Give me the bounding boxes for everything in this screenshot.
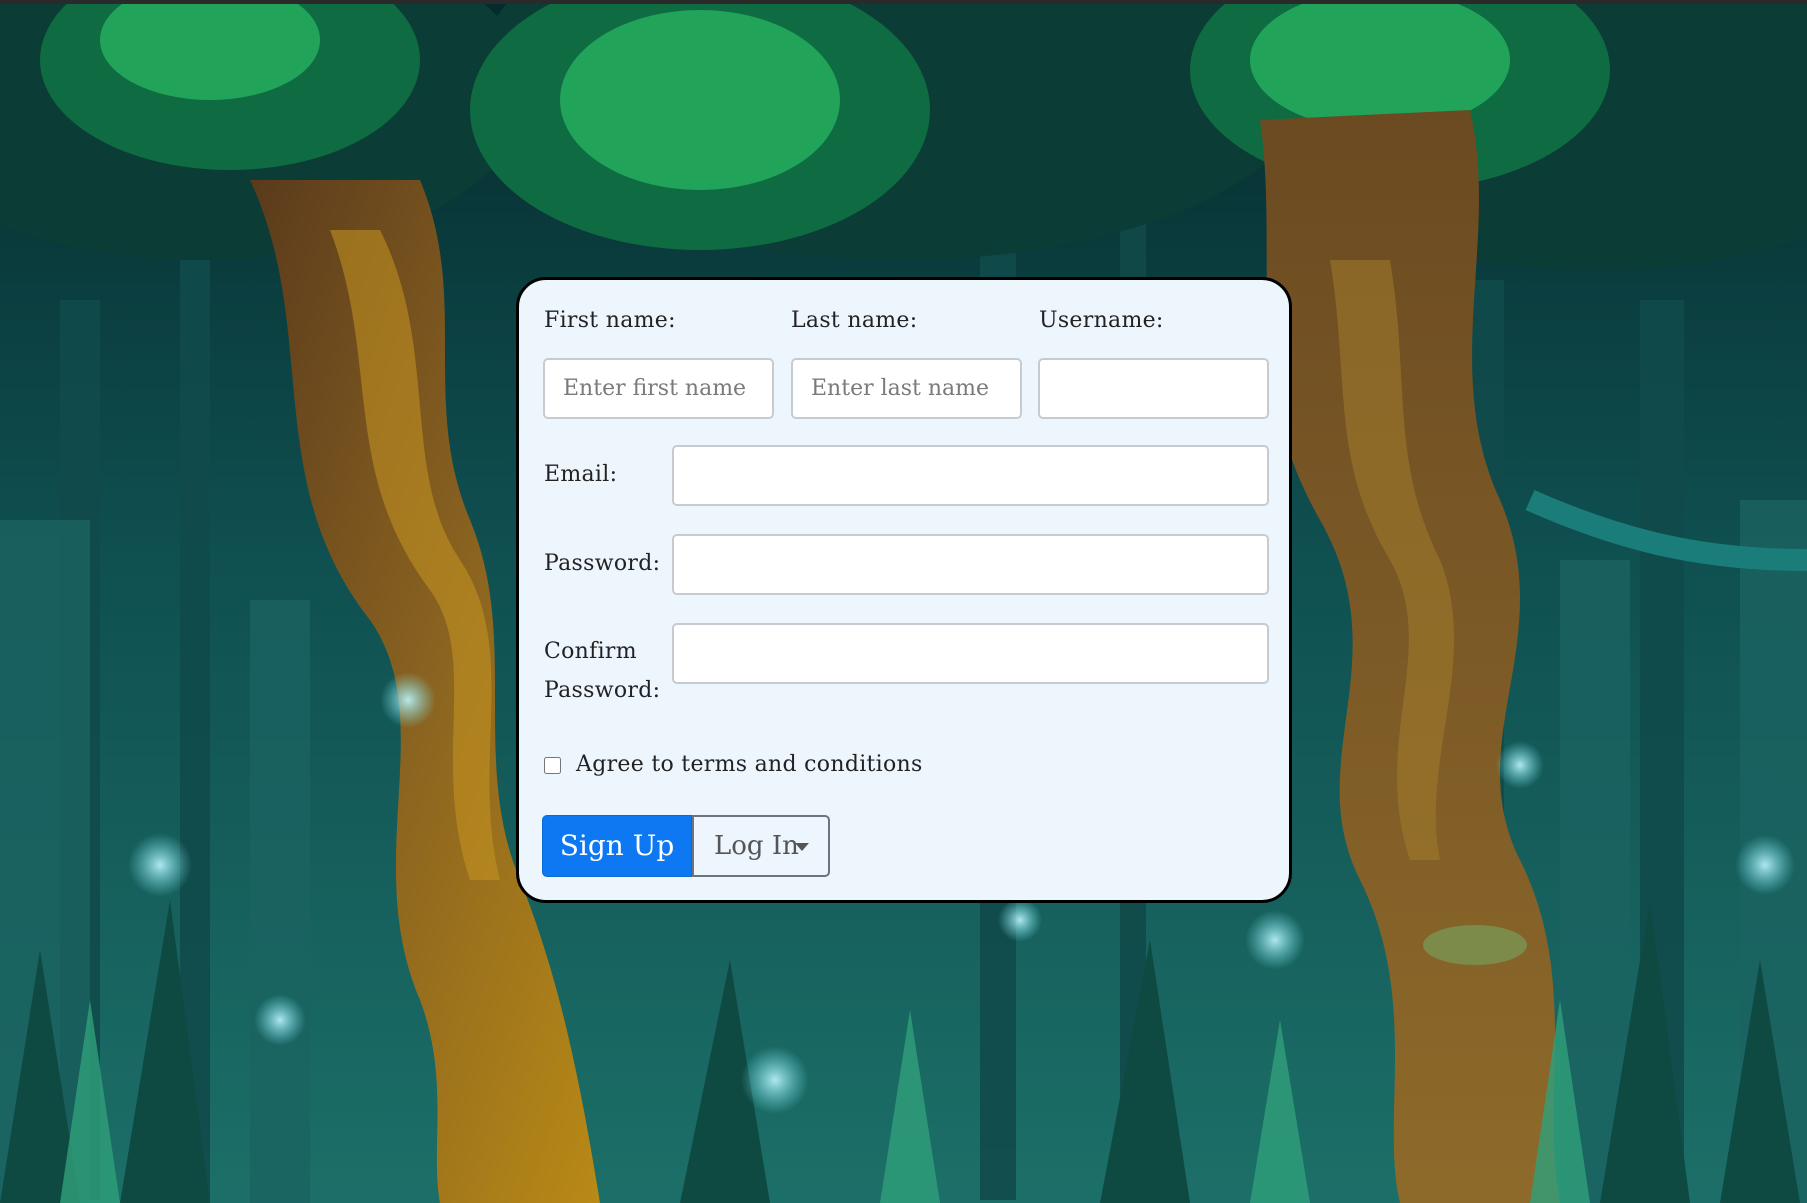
terms-label: Agree to terms and conditions [576, 752, 923, 777]
password-input[interactable] [672, 534, 1269, 595]
username-label: Username: [1039, 308, 1164, 333]
confirm-password-label-line2: Password: [544, 678, 661, 703]
email-input[interactable] [672, 445, 1269, 506]
signup-form-card: First name: Last name: Username: Email: … [516, 277, 1292, 903]
first-name-input[interactable] [543, 358, 774, 419]
confirm-password-input[interactable] [672, 623, 1269, 684]
caret-down-icon [795, 843, 809, 851]
confirm-password-label-line1: Confirm [544, 639, 637, 664]
username-input[interactable] [1038, 358, 1269, 419]
terms-checkbox[interactable] [544, 757, 561, 774]
log-in-dropdown-button[interactable]: Log In [692, 815, 830, 877]
email-label: Email: [544, 462, 618, 487]
password-label: Password: [544, 551, 661, 576]
sign-up-button[interactable]: Sign Up [542, 815, 692, 877]
log-in-button-label: Log In [714, 831, 799, 861]
last-name-label: Last name: [791, 308, 918, 333]
top-border [0, 0, 1807, 4]
first-name-label: First name: [544, 308, 676, 333]
last-name-input[interactable] [791, 358, 1022, 419]
